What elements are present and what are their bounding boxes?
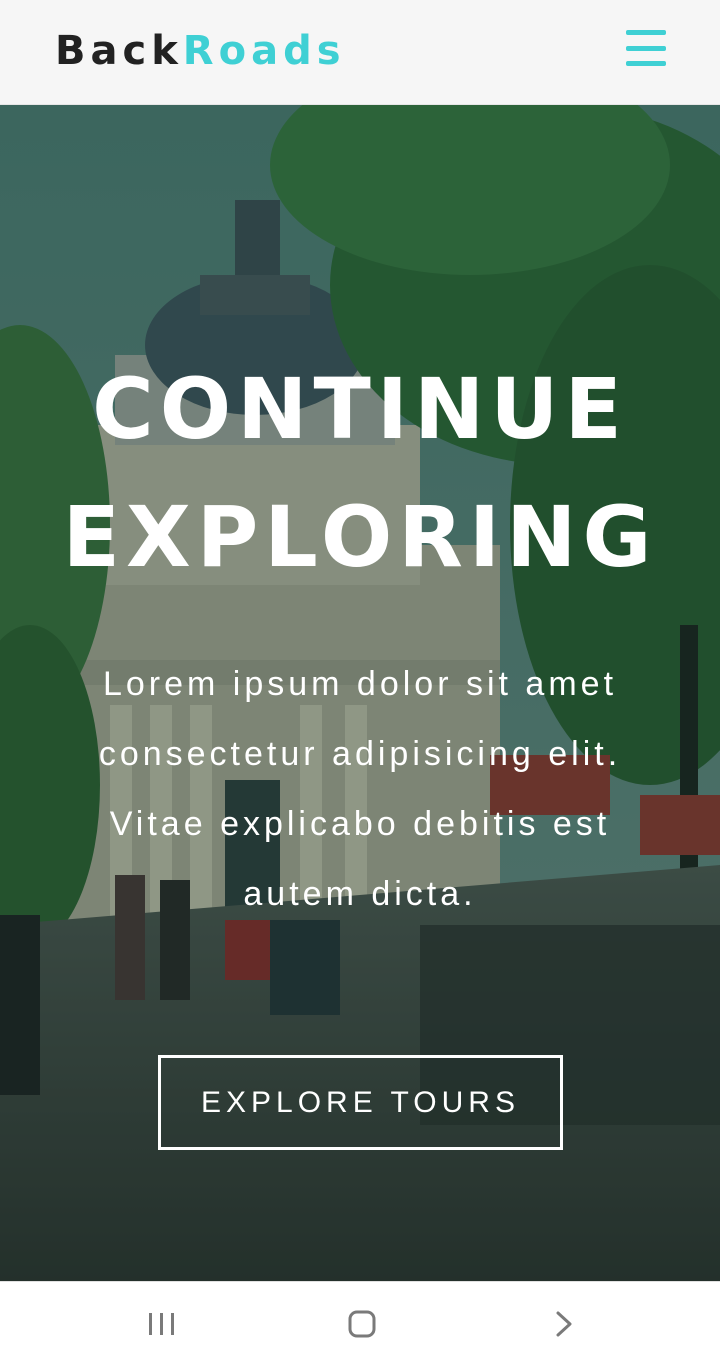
explore-tours-button[interactable]: EXPLORE TOURS xyxy=(158,1055,563,1150)
back-chevron-icon[interactable] xyxy=(545,1308,585,1340)
logo-part-roads: Roads xyxy=(182,28,346,74)
hamburger-menu-icon[interactable] xyxy=(626,30,666,66)
logo[interactable]: BackRoads xyxy=(55,26,346,76)
home-icon[interactable] xyxy=(342,1308,382,1340)
hero-title-line1: CONTINUE xyxy=(92,360,628,458)
site-header: BackRoads xyxy=(0,0,720,105)
hero-section: CONTINUE EXPLORING Lorem ipsum dolor sit… xyxy=(0,105,720,1281)
system-nav-bar xyxy=(0,1281,720,1365)
hero-title-line2: EXPLORING xyxy=(62,488,658,586)
menu-bar xyxy=(626,30,666,35)
logo-part-back: Back xyxy=(55,28,183,74)
menu-bar xyxy=(626,61,666,66)
menu-bar xyxy=(626,45,666,51)
hero-description: Lorem ipsum dolor sit amet consectetur a… xyxy=(98,665,622,913)
hero-title: CONTINUE EXPLORING xyxy=(0,345,720,601)
recent-apps-icon[interactable] xyxy=(142,1308,182,1340)
